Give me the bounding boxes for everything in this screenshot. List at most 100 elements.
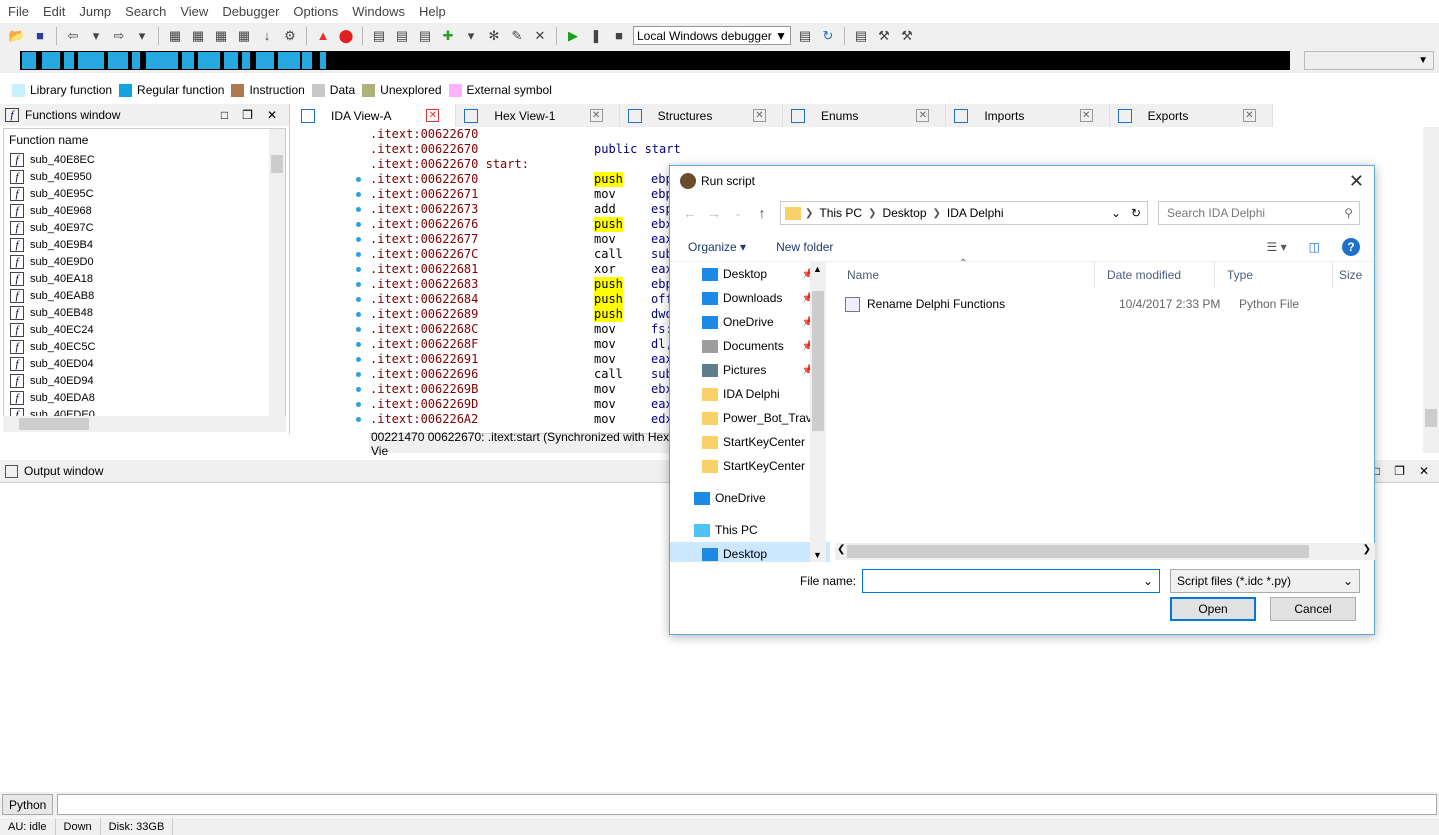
column-date-modified[interactable]: Date modified (1095, 262, 1215, 288)
back-dropdown-icon[interactable]: ▾ (87, 27, 105, 45)
close-icon[interactable]: ✕ (589, 109, 603, 122)
open-button[interactable]: Open (1170, 597, 1256, 621)
code-line[interactable]: .itext:00622677 mov eax (356, 232, 673, 247)
menu-options[interactable]: Options (289, 4, 342, 19)
code-line[interactable]: .itext:00622670 start: (370, 157, 529, 172)
code-line[interactable]: .itext:00622691 mov eax (356, 352, 673, 367)
nav-item-startkeycenter[interactable]: StartKeyCenter (670, 430, 830, 454)
function-name-header[interactable]: Function name (4, 129, 285, 151)
code-line[interactable]: .itext:0062268F mov dl, (356, 337, 673, 352)
code-line[interactable]: .itext:00622670 (370, 127, 529, 142)
function-item[interactable]: f sub_40E968 (4, 202, 285, 219)
refresh-icon[interactable]: ↻ (1131, 206, 1141, 220)
function-item[interactable]: f sub_40ED94 (4, 372, 285, 389)
code-scrollbar[interactable] (1423, 127, 1439, 453)
delete-icon[interactable]: ✕ (531, 27, 549, 45)
tab-imports[interactable]: Imports ✕ (946, 104, 1110, 127)
restore-icon[interactable]: ❐ (242, 108, 253, 122)
function-item[interactable]: f sub_40E95C (4, 185, 285, 202)
close-icon[interactable]: ✕ (1349, 171, 1364, 192)
code-line[interactable]: .itext:00622676 push ebx (356, 217, 673, 232)
tools2-icon[interactable]: ⚒ (898, 27, 916, 45)
jump-down-icon[interactable]: ↓ (258, 27, 276, 45)
close-icon[interactable]: ✕ (426, 109, 440, 122)
function-item[interactable]: f sub_40EAB8 (4, 287, 285, 304)
chevron-down-icon[interactable]: ⌄ (1111, 206, 1121, 220)
nav-item-power-bot-travi[interactable]: Power_Bot_Travi (670, 406, 830, 430)
close-icon[interactable]: ✕ (267, 108, 277, 122)
nav-item-ida-delphi[interactable]: IDA Delphi (670, 382, 830, 406)
tools-icon[interactable]: ⚒ (875, 27, 893, 45)
function-item[interactable]: f sub_40E950 (4, 168, 285, 185)
file-type-select[interactable]: Script files (*.idc *.py) ⌄ (1170, 569, 1360, 593)
nav-item-this-pc[interactable]: This PC (670, 518, 830, 542)
menu-help[interactable]: Help (415, 4, 450, 19)
patch-icon[interactable]: ✎ (508, 27, 526, 45)
code-line[interactable]: .itext:00622696 call sub (356, 367, 673, 382)
code-line[interactable]: .itext:00622681 xor eax (356, 262, 673, 277)
nav-item-startkeycenter[interactable]: StartKeyCenter (670, 454, 830, 478)
save-icon[interactable]: ■ (31, 27, 49, 45)
file-name-input[interactable]: ⌄ (862, 569, 1161, 593)
attach-icon[interactable]: ▤ (796, 27, 814, 45)
tab-hex-view-1[interactable]: Hex View-1 ✕ (456, 104, 620, 127)
navigation-pane-thumb[interactable] (812, 291, 824, 431)
breadcrumb-ida-delphi[interactable]: IDA Delphi (947, 206, 1004, 220)
forward-arrow-icon[interactable]: → (702, 205, 726, 221)
nav-item-desktop[interactable]: Desktop (670, 542, 830, 562)
column-size[interactable]: Size (1333, 262, 1373, 288)
tab-exports[interactable]: Exports ✕ (1110, 104, 1273, 127)
tab-enums[interactable]: Enums ✕ (783, 104, 947, 127)
recent-dropdown-icon[interactable]: ⌄ (726, 208, 750, 219)
nav-combo[interactable]: ▼ (1304, 51, 1434, 70)
code-line[interactable]: .itext:00622670 push ebp (356, 172, 673, 187)
function-item[interactable]: f sub_40E8EC (4, 151, 285, 168)
nav-item-pictures[interactable]: Pictures 📌 (670, 358, 830, 382)
python-button[interactable]: Python (2, 794, 54, 815)
function-item[interactable]: f sub_40ED04 (4, 355, 285, 372)
step-icon[interactable]: ↻ (819, 27, 837, 45)
python-input[interactable] (57, 794, 1437, 815)
menu-edit[interactable]: Edit (39, 4, 69, 19)
plugin-dropdown-icon[interactable]: ▾ (462, 27, 480, 45)
close-icon[interactable]: ✕ (916, 109, 930, 122)
function-item[interactable]: f sub_40E9D0 (4, 253, 285, 270)
segments-icon[interactable]: ▤ (852, 27, 870, 45)
breadcrumb-desktop[interactable]: Desktop (882, 206, 926, 220)
search-next-icon[interactable]: ▦ (235, 27, 253, 45)
file-row[interactable]: Rename Delphi Functions 10/4/2017 2:33 P… (845, 293, 1365, 315)
preview-pane-icon[interactable]: ◫ (1309, 240, 1320, 254)
function-list-scrollbar[interactable] (269, 129, 285, 417)
maximize-icon[interactable]: □ (221, 108, 228, 122)
code-line[interactable]: .itext:00622683 push ebp (356, 277, 673, 292)
up-arrow-icon[interactable]: ↑ (750, 205, 774, 221)
code-line[interactable]: .itext:0062269D mov eax (356, 397, 673, 412)
function-item[interactable]: f sub_40EDA8 (4, 389, 285, 406)
restore-icon[interactable]: ❐ (1394, 464, 1405, 478)
view-options-icon[interactable]: ☰ ▾ (1267, 240, 1287, 254)
function-item[interactable]: f sub_40EC24 (4, 321, 285, 338)
nav-item-onedrive[interactable]: OneDrive 📌 (670, 310, 830, 334)
tab-structures[interactable]: Structures ✕ (620, 104, 783, 127)
menu-view[interactable]: View (176, 4, 212, 19)
plugin-icon[interactable]: ✚ (439, 27, 457, 45)
breakpoint-icon[interactable]: ⬤ (337, 27, 355, 45)
function-item[interactable]: f sub_40E9B4 (4, 236, 285, 253)
stop-debug-icon[interactable]: ■ (610, 27, 628, 45)
nav-item-documents[interactable]: Documents 📌 (670, 334, 830, 358)
menu-search[interactable]: Search (121, 4, 170, 19)
code-line[interactable]: .itext:00622684 push off (356, 292, 673, 307)
back-arrow-icon[interactable]: ← (678, 205, 702, 221)
scroll-down-icon[interactable]: ▼ (813, 550, 822, 560)
breadcrumb-this-pc[interactable]: This PC (819, 206, 862, 220)
function-list[interactable]: Function name f sub_40E8EC f sub_40E950 f sub… (3, 128, 286, 418)
menu-debugger[interactable]: Debugger (218, 4, 283, 19)
function-item[interactable]: f sub_40EC5C (4, 338, 285, 355)
function-item[interactable]: f sub_40E97C (4, 219, 285, 236)
cancel-button[interactable]: Cancel (1270, 597, 1356, 621)
forward-dropdown-icon[interactable]: ▾ (133, 27, 151, 45)
open-icon[interactable]: 📂 (8, 27, 26, 45)
scroll-right-icon[interactable]: ❯ (1363, 544, 1371, 555)
pause-debug-icon[interactable]: ❚ (587, 27, 605, 45)
nav-item-desktop[interactable]: Desktop 📌 (670, 262, 830, 286)
